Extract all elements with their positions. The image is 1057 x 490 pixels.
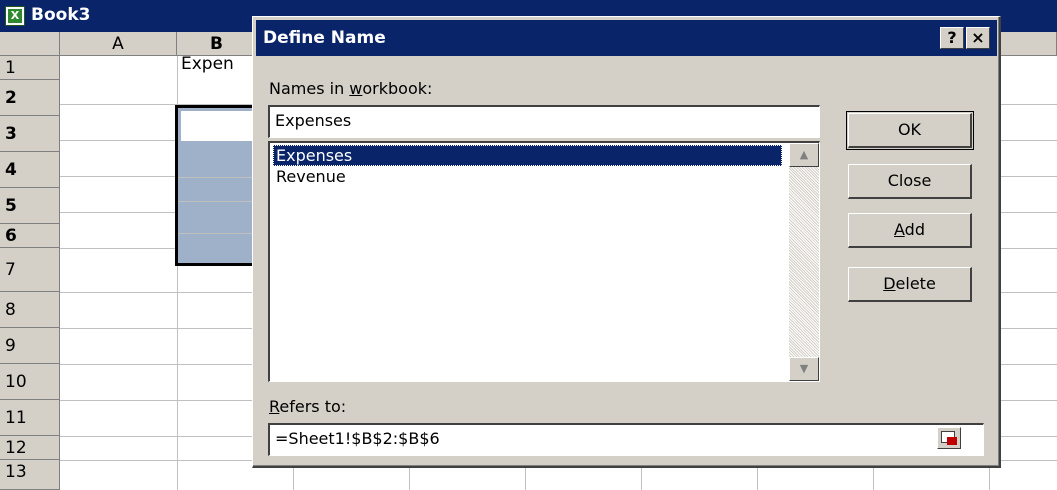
- define-name-dialog: Define Name ? × Names in workbook: Expen…: [252, 16, 1001, 468]
- names-label-accelerator: w: [349, 79, 363, 98]
- row-header-12[interactable]: 12: [0, 436, 60, 460]
- row-header-4[interactable]: 4: [0, 152, 60, 188]
- delete-button[interactable]: Delete: [848, 267, 972, 302]
- name-input[interactable]: Expenses: [268, 105, 820, 138]
- row-header-9[interactable]: 9: [0, 328, 60, 364]
- active-cell-b2[interactable]: [181, 111, 255, 141]
- list-item-revenue[interactable]: Revenue: [273, 166, 782, 187]
- workbook-title: Book3: [31, 5, 91, 25]
- select-all-corner[interactable]: [0, 32, 60, 56]
- row-header-1[interactable]: 1: [0, 56, 60, 80]
- names-in-workbook-label: Names in workbook:: [269, 79, 432, 99]
- cell-b1[interactable]: Expen: [181, 52, 251, 76]
- row-header-13[interactable]: 13: [0, 460, 60, 490]
- list-item-expenses[interactable]: Expenses: [273, 145, 782, 166]
- add-button[interactable]: Add: [848, 213, 972, 248]
- excel-icon[interactable]: X: [5, 6, 25, 26]
- names-label-post: orkbook:: [362, 79, 433, 98]
- refers-label-post: efers to:: [279, 397, 347, 416]
- gridline: [178, 177, 252, 178]
- add-accelerator: A: [894, 220, 905, 239]
- dialog-title-bar[interactable]: Define Name ? ×: [256, 20, 997, 56]
- gridline: [178, 233, 252, 234]
- scroll-down-arrow-icon[interactable]: ▼: [789, 357, 819, 381]
- close-button[interactable]: Close: [848, 164, 972, 199]
- row-header-11[interactable]: 11: [0, 400, 60, 436]
- selected-range-b2-b6[interactable]: [175, 105, 255, 266]
- refers-label-accelerator: R: [269, 397, 280, 416]
- ok-button[interactable]: OK: [846, 111, 974, 150]
- scroll-up-arrow-icon[interactable]: ▲: [789, 143, 819, 167]
- dialog-title: Define Name: [263, 28, 386, 48]
- row-header-3[interactable]: 3: [0, 116, 60, 152]
- close-icon[interactable]: ×: [966, 27, 990, 49]
- collapse-arrow-shape: [947, 437, 957, 445]
- collapse-dialog-icon[interactable]: [937, 427, 961, 449]
- names-list-scrollbar[interactable]: ▲ ▼: [789, 143, 819, 381]
- refers-to-label: Refers to:: [269, 397, 346, 417]
- gridline: [178, 201, 252, 202]
- delete-label-rest: elete: [895, 274, 936, 293]
- help-button[interactable]: ?: [940, 27, 964, 49]
- names-listbox[interactable]: Expenses Revenue ▲ ▼: [268, 141, 820, 382]
- row-header-2[interactable]: 2: [0, 80, 60, 116]
- column-header-a[interactable]: A: [60, 32, 177, 56]
- names-label-pre: Names in: [269, 79, 350, 98]
- row-header-8[interactable]: 8: [0, 292, 60, 328]
- row-header-column: 1 2 3 4 5 6 7 8 9 10 11 12 13: [0, 56, 60, 490]
- row-header-7[interactable]: 7: [0, 248, 60, 292]
- row-header-10[interactable]: 10: [0, 364, 60, 400]
- delete-accelerator: D: [883, 274, 896, 293]
- row-header-5[interactable]: 5: [0, 188, 60, 224]
- row-header-6[interactable]: 6: [0, 224, 60, 248]
- refers-to-input[interactable]: =Sheet1!$B$2:$B$6: [268, 423, 984, 456]
- add-label-rest: dd: [904, 220, 925, 239]
